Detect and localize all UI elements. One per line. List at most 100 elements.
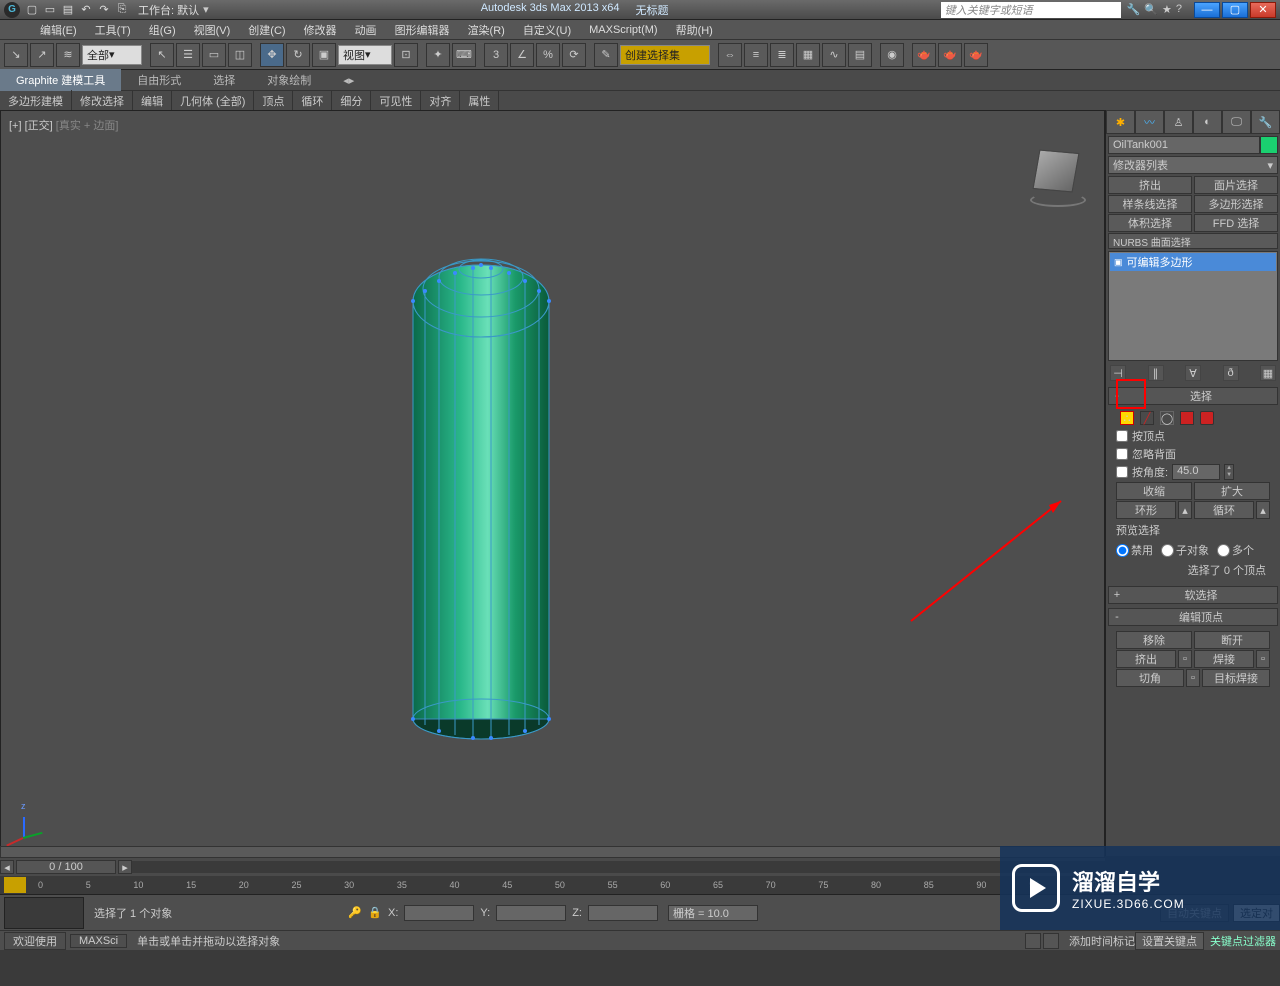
qat-new-icon[interactable]: ▢ [24, 3, 40, 17]
subobj-element-icon[interactable] [1200, 411, 1214, 425]
qat-redo-icon[interactable]: ↷ [96, 3, 112, 17]
rb-visib[interactable]: 可见性 [371, 90, 421, 112]
minimize-button[interactable]: ― [1194, 2, 1220, 18]
keyboard-shortcut-icon[interactable]: ⌨ [452, 43, 476, 67]
rb-edit[interactable]: 编辑 [133, 90, 172, 112]
lock-icon[interactable]: 🔒 [368, 906, 382, 920]
qat-open-icon[interactable]: ▭ [42, 3, 58, 17]
angle-value[interactable]: 45.0 [1172, 464, 1220, 480]
timeslider-prev-icon[interactable]: ◂ [0, 860, 14, 874]
rb-polymodel[interactable]: 多边形建模 [0, 90, 72, 112]
mini-listener[interactable] [4, 897, 84, 929]
pivot-center-icon[interactable]: ⊡ [394, 43, 418, 67]
stack-item-editablepoly[interactable]: 可编辑多边形 [1110, 253, 1276, 271]
modify-tab-icon[interactable]: 〰 [1135, 110, 1164, 134]
select-window-icon[interactable]: ◫ [228, 43, 252, 67]
oiltank-object[interactable] [381, 221, 581, 781]
chk-byvertex[interactable] [1116, 430, 1128, 442]
coord-y-field[interactable] [496, 905, 566, 921]
infocenter-icon[interactable]: 🔧 [1127, 3, 1141, 16]
star-icon[interactable]: ★ [1162, 3, 1172, 16]
btn-volsel[interactable]: 体积选择 [1108, 214, 1192, 232]
rb-loop[interactable]: 循环 [293, 90, 332, 112]
selection-filter[interactable]: 全部 ▾ [82, 45, 142, 65]
menu-view[interactable]: 视图(V) [194, 22, 231, 38]
radio-subobj[interactable] [1161, 544, 1174, 557]
viewcube[interactable] [1036, 151, 1084, 199]
loop-spinner[interactable]: ▴ [1256, 501, 1270, 519]
qat-link-icon[interactable]: ⎘ [114, 3, 130, 17]
btn-loop[interactable]: 循环 [1194, 501, 1254, 519]
utilities-tab-icon[interactable]: 🔧 [1251, 110, 1280, 134]
chk-byangle[interactable] [1116, 466, 1128, 478]
menu-tools[interactable]: 工具(T) [95, 22, 131, 38]
btn-polysel[interactable]: 多边形选择 [1194, 195, 1278, 213]
search-box[interactable]: 键入关键字或短语 [941, 2, 1121, 18]
select-name-icon[interactable]: ☰ [176, 43, 200, 67]
viewport[interactable]: [+] [正交] [真实 + 边面] z [0, 110, 1105, 856]
qat-undo-icon[interactable]: ↶ [78, 3, 94, 17]
menu-customize[interactable]: 自定义(U) [523, 22, 571, 38]
angle-spinner[interactable]: ▲▼ [1224, 464, 1234, 480]
add-time-tag[interactable]: 添加时间标记 [1069, 933, 1135, 949]
nurbs-surf-sel[interactable]: NURBS 曲面选择 [1108, 233, 1278, 249]
rb-align[interactable]: 对齐 [421, 90, 460, 112]
lock-sel-icon[interactable] [1043, 933, 1059, 949]
angle-snap-icon[interactable]: ∠ [510, 43, 534, 67]
workspace-label[interactable]: 工作台: 默认 [138, 2, 199, 18]
btn-targetweld[interactable]: 目标焊接 [1202, 669, 1270, 687]
btn-facesel[interactable]: 面片选择 [1194, 176, 1278, 194]
link-tool-icon[interactable]: ↘ [4, 43, 28, 67]
btn-extrude[interactable]: 挤出 [1116, 650, 1176, 668]
graphite-icon[interactable]: ▦ [796, 43, 820, 67]
setkey-button[interactable]: 设置关键点 [1135, 932, 1204, 950]
material-editor-icon[interactable]: ◉ [880, 43, 904, 67]
rb-subdiv[interactable]: 细分 [332, 90, 371, 112]
motion-tab-icon[interactable]: ◐ [1193, 110, 1222, 134]
radio-multi[interactable] [1217, 544, 1230, 557]
menu-animation[interactable]: 动画 [355, 22, 377, 38]
extrude-settings[interactable]: ▫ [1178, 650, 1192, 668]
display-tab-icon[interactable]: 🖵 [1222, 110, 1251, 134]
keyfilter-link[interactable]: 关键点过滤器 [1210, 933, 1276, 949]
spinner-snap-icon[interactable]: ⟳ [562, 43, 586, 67]
btn-grow[interactable]: 扩大 [1194, 482, 1270, 500]
select-rect-icon[interactable]: ▭ [202, 43, 226, 67]
btn-ring[interactable]: 环形 [1116, 501, 1176, 519]
render-setup-icon[interactable]: 🫖 [912, 43, 936, 67]
subobj-border-icon[interactable]: ◯ [1160, 411, 1174, 425]
frame-label[interactable]: 0 / 100 [16, 860, 116, 874]
viewport-label[interactable]: [+] [正交] [真实 + 边面] [9, 117, 118, 133]
rb-modsel[interactable]: 修改选择 [72, 90, 133, 112]
unlink-tool-icon[interactable]: ↗ [30, 43, 54, 67]
rb-props[interactable]: 属性 [460, 90, 499, 112]
menu-modifiers[interactable]: 修改器 [304, 22, 337, 38]
time-slider[interactable]: ◂ 0 / 100 ▸ [0, 858, 1105, 876]
viewport-scrollbar-h[interactable] [0, 846, 1105, 858]
btn-splinesel[interactable]: 样条线选择 [1108, 195, 1192, 213]
layers-icon[interactable]: ≣ [770, 43, 794, 67]
render-icon[interactable]: 🫖 [964, 43, 988, 67]
timeslider-next-icon[interactable]: ▸ [118, 860, 132, 874]
menu-edit[interactable]: 编辑(E) [40, 22, 77, 38]
rollout-editvert[interactable]: -编辑顶点 [1108, 608, 1278, 626]
rb-geom[interactable]: 几何体 (全部) [172, 90, 254, 112]
show-end-icon[interactable]: ∥ [1148, 365, 1164, 381]
unique-icon[interactable]: ∀ [1185, 365, 1201, 381]
ribbon-tab-freeform[interactable]: 自由形式 [121, 69, 197, 91]
ref-coord-system[interactable]: 视图 ▾ [338, 45, 392, 65]
align-icon[interactable]: ≡ [744, 43, 768, 67]
menu-grapheditors[interactable]: 图形编辑器 [395, 22, 450, 38]
modifier-stack[interactable]: 可编辑多边形 [1108, 251, 1278, 361]
maximize-button[interactable]: ▢ [1222, 2, 1248, 18]
render-frame-icon[interactable]: 🫖 [938, 43, 962, 67]
mirror-icon[interactable]: ⇔ [718, 43, 742, 67]
trackbar-menu-icon[interactable] [4, 877, 26, 893]
ribbon-expand-icon[interactable]: ◂▸ [327, 71, 370, 90]
app-icon[interactable]: G [4, 2, 20, 18]
rotate-tool-icon[interactable]: ↻ [286, 43, 310, 67]
btn-chamfer[interactable]: 切角 [1116, 669, 1184, 687]
subobj-vertex-icon[interactable]: ∴ [1120, 411, 1134, 425]
close-button[interactable]: ✕ [1250, 2, 1276, 18]
qat-save-icon[interactable]: ▤ [60, 3, 76, 17]
